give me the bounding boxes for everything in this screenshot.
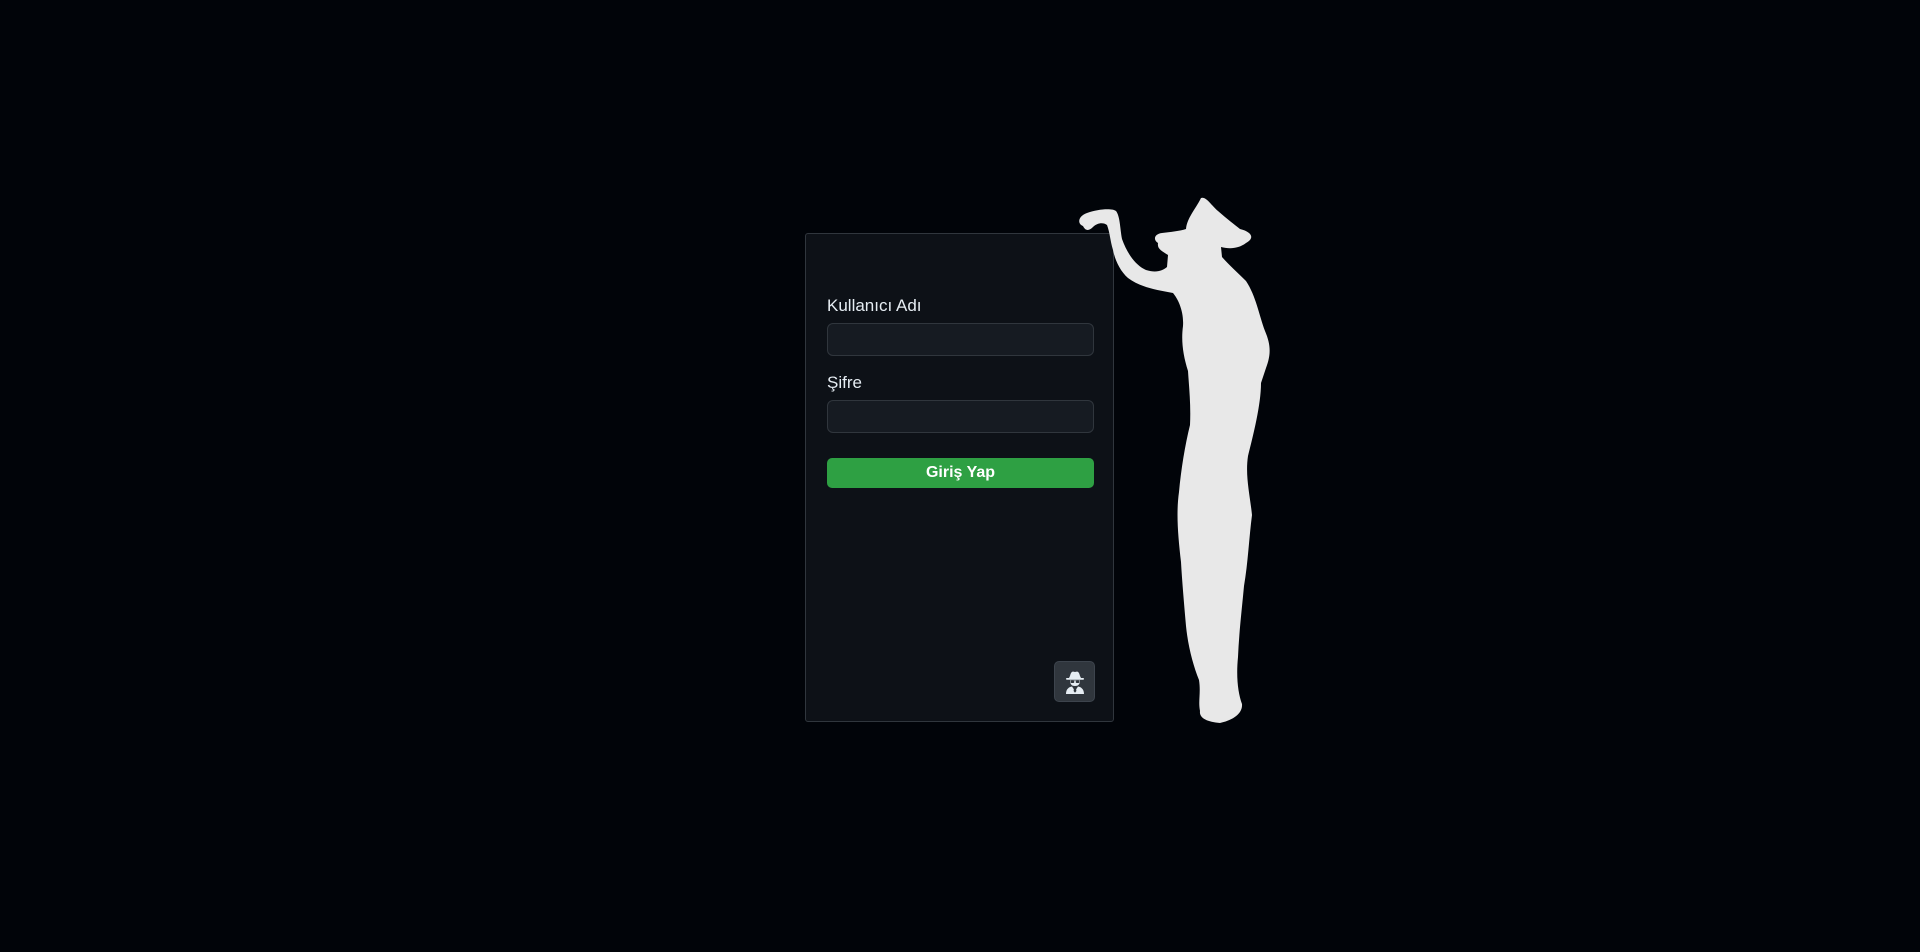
username-label: Kullanıcı Adı bbox=[827, 296, 922, 315]
username-input[interactable] bbox=[827, 323, 1094, 356]
cowboy-silhouette bbox=[1079, 197, 1270, 724]
password-label: Şifre bbox=[827, 373, 862, 392]
login-card: Kullanıcı Adı Şifre Giriş Yap bbox=[805, 233, 1114, 722]
login-button[interactable]: Giriş Yap bbox=[827, 458, 1094, 488]
login-page: Kullanıcı Adı Şifre Giriş Yap bbox=[0, 0, 1920, 952]
password-input[interactable] bbox=[827, 400, 1094, 433]
